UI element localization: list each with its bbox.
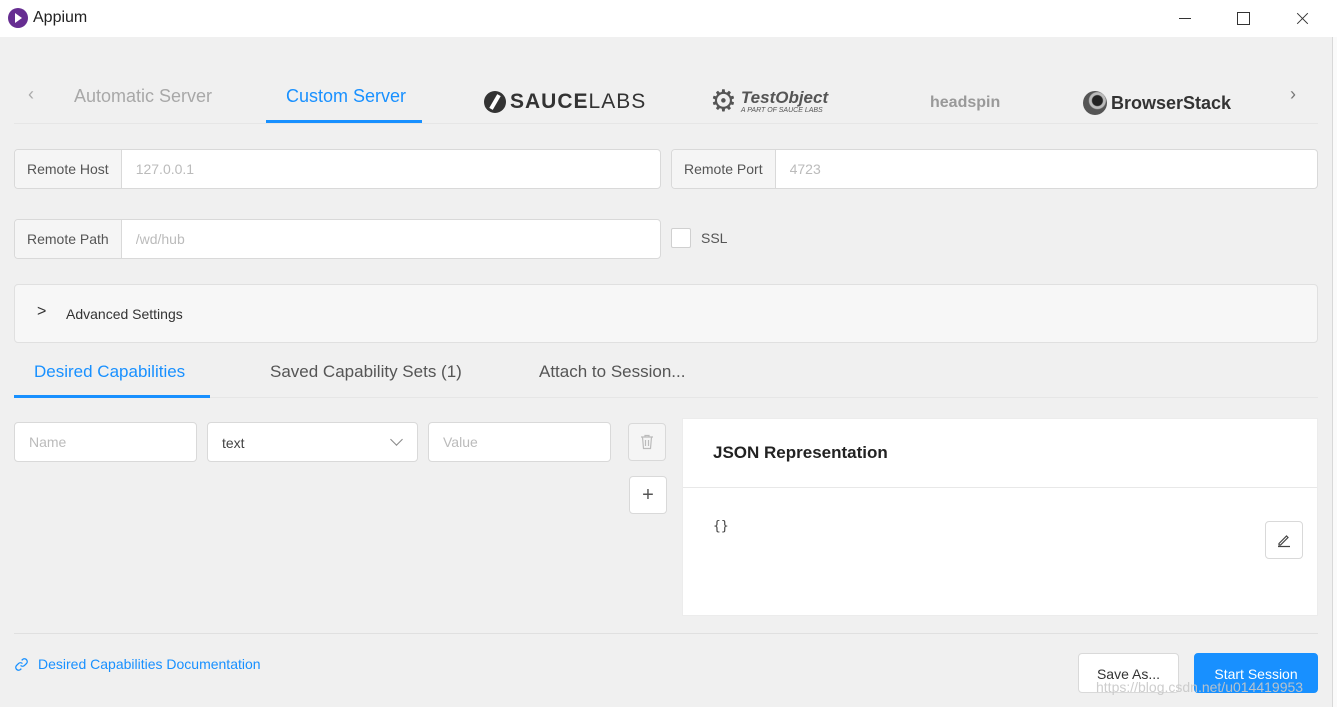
browserstack-logo-icon: [1083, 91, 1107, 115]
remote-port-group: Remote Port: [671, 149, 1318, 189]
testobject-logo-text: TestObject: [740, 88, 829, 107]
plus-icon: +: [642, 483, 654, 506]
pencil-icon: [1278, 535, 1290, 548]
remote-path-input[interactable]: [121, 220, 660, 258]
remote-host-input[interactable]: [121, 150, 660, 188]
start-session-button[interactable]: Start Session: [1194, 653, 1318, 693]
maximize-button[interactable]: [1214, 0, 1272, 37]
advanced-settings-label: Advanced Settings: [66, 306, 183, 322]
json-representation-panel: JSON Representation {}: [682, 418, 1318, 616]
appium-logo-icon: [8, 8, 28, 28]
testobject-gear-icon: ⚙: [710, 85, 737, 118]
server-tabs: ‹ Automatic Server Custom Server SAUCE LA…: [14, 60, 1318, 124]
remote-host-label: Remote Host: [15, 150, 122, 188]
ssl-checkbox[interactable]: [671, 228, 691, 248]
capability-type-select[interactable]: text: [207, 422, 418, 462]
tab-saved-capability-sets[interactable]: Saved Capability Sets (1): [270, 362, 462, 382]
tab-headspin[interactable]: headspin: [930, 94, 1000, 112]
browserstack-logo-text: BrowserStack: [1111, 92, 1232, 113]
tab-automatic-server[interactable]: Automatic Server: [74, 86, 212, 107]
capability-type-value: text: [222, 435, 245, 451]
doc-link-label: Desired Capabilities Documentation: [38, 656, 261, 672]
testobject-logo-subtext: A PART OF SAUCE LABS: [740, 107, 823, 114]
active-capability-tab-indicator: [14, 395, 210, 398]
link-icon: [15, 657, 28, 671]
window-edge: [1332, 37, 1337, 707]
tab-desired-capabilities[interactable]: Desired Capabilities: [34, 362, 185, 382]
tab-saucelabs[interactable]: SAUCE LABS: [484, 90, 646, 114]
active-tab-indicator: [266, 120, 422, 123]
remote-path-group: Remote Path: [14, 219, 661, 259]
json-content: {}: [713, 519, 729, 534]
tab-browserstack[interactable]: BrowserStack: [1083, 91, 1231, 115]
trash-icon: [641, 434, 653, 450]
capability-tabs: Desired Capabilities Saved Capability Se…: [14, 350, 1318, 398]
capability-name-input[interactable]: [14, 422, 197, 462]
window-title: Appium: [33, 9, 88, 26]
chevron-right-icon: >: [37, 303, 47, 320]
add-capability-button[interactable]: +: [629, 476, 667, 514]
chevron-down-icon: [390, 433, 403, 446]
tab-scroll-right-icon[interactable]: ›: [1290, 84, 1296, 105]
saucelabs-logo-text: SAUCE: [510, 90, 589, 113]
capability-value-input[interactable]: [428, 422, 611, 462]
tab-testobject[interactable]: ⚙ TestObject A PART OF SAUCE LABS: [710, 87, 828, 117]
tab-custom-server[interactable]: Custom Server: [286, 86, 406, 107]
remote-port-label: Remote Port: [672, 150, 776, 188]
saucelabs-logo-text-light: LABS: [588, 90, 647, 113]
json-panel-title: JSON Representation: [713, 443, 888, 462]
save-as-button[interactable]: Save As...: [1078, 653, 1179, 693]
remote-host-group: Remote Host: [14, 149, 661, 189]
footer-divider: [14, 633, 1318, 634]
ssl-label: SSL: [701, 230, 728, 246]
json-panel-divider: [683, 487, 1317, 488]
remote-port-input[interactable]: [775, 150, 1317, 188]
close-button[interactable]: [1273, 0, 1331, 37]
minimize-button[interactable]: [1156, 0, 1214, 37]
remote-path-label: Remote Path: [15, 220, 122, 258]
advanced-settings-panel[interactable]: > Advanced Settings: [14, 284, 1318, 343]
tab-scroll-left-icon[interactable]: ‹: [28, 84, 34, 105]
desired-capabilities-doc-link[interactable]: Desired Capabilities Documentation: [14, 656, 261, 672]
delete-capability-button[interactable]: [628, 423, 666, 461]
saucelabs-logo-icon: [484, 91, 506, 113]
tab-attach-to-session[interactable]: Attach to Session...: [539, 362, 685, 382]
edit-json-button[interactable]: [1265, 521, 1303, 559]
title-bar: Appium: [0, 0, 1337, 37]
